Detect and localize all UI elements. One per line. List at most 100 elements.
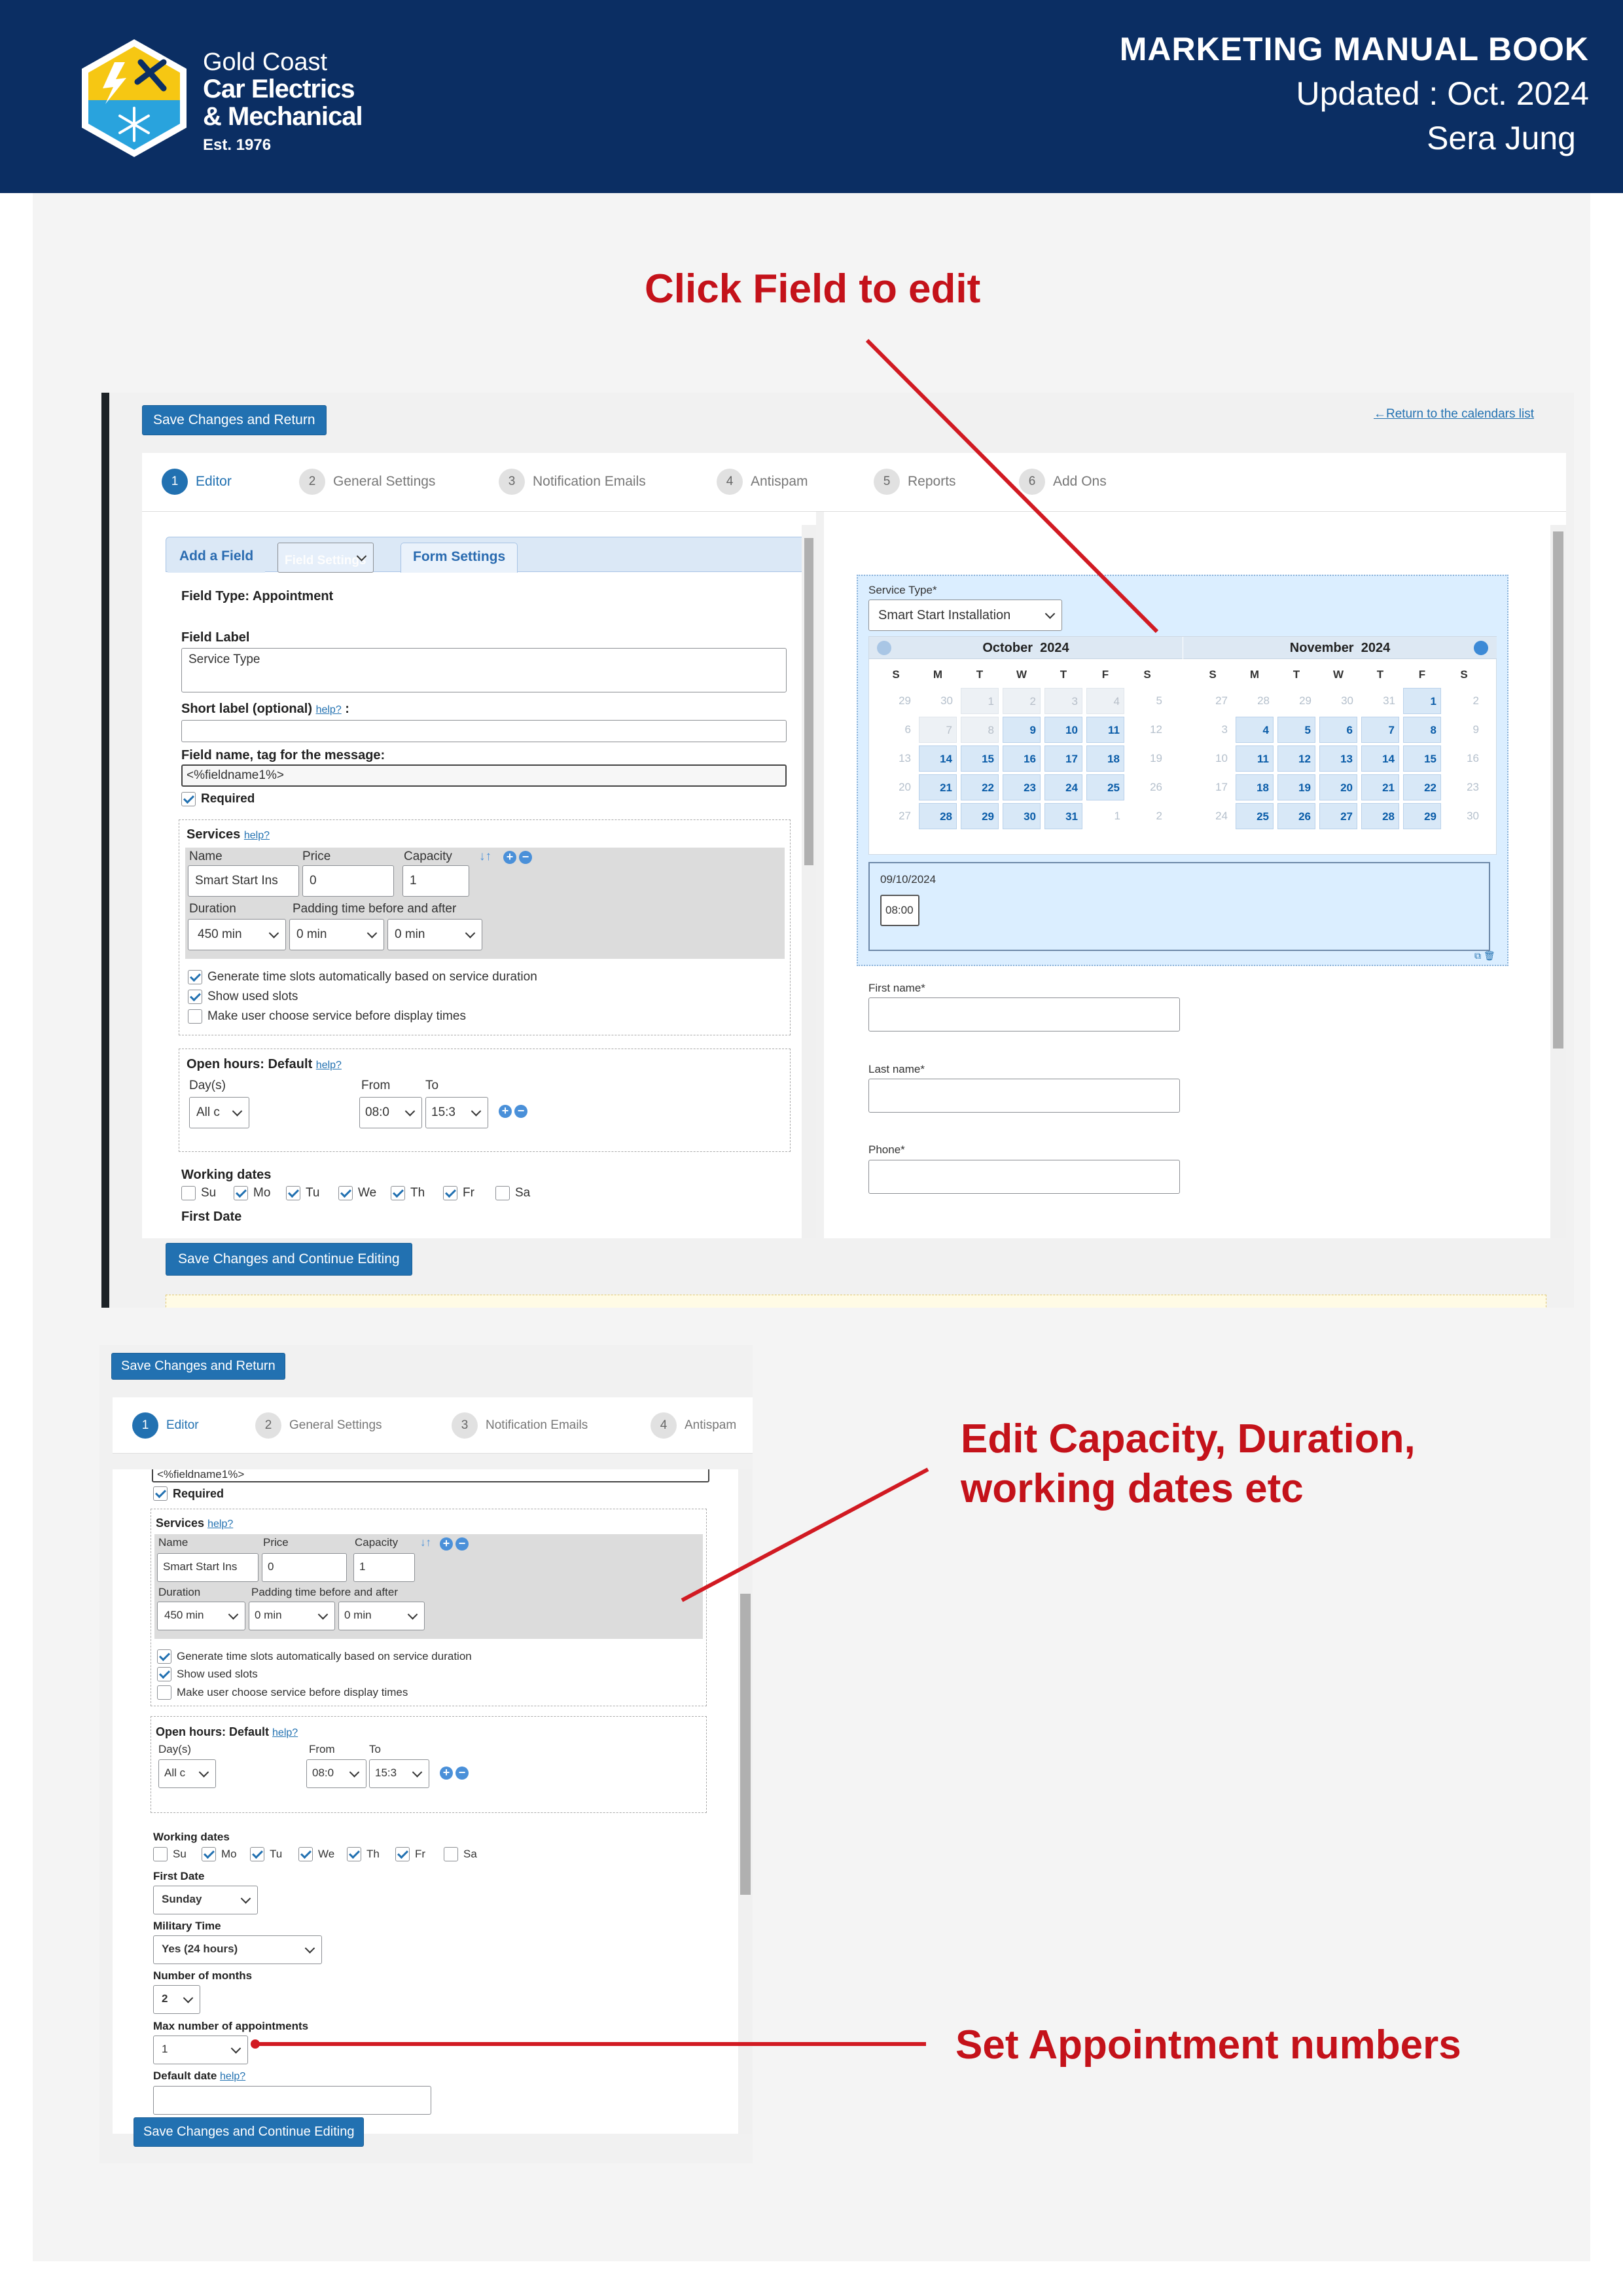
plus-icon[interactable]: + xyxy=(503,851,516,864)
service-price-input[interactable]: 0 xyxy=(302,865,394,897)
save-return-button-2[interactable]: Save Changes and Return xyxy=(111,1353,285,1380)
step-notification-emails-2[interactable]: 3 Notification Emails xyxy=(452,1412,588,1439)
calendar-day[interactable]: 10 xyxy=(1044,717,1082,743)
service-price-input-2[interactable]: 0 xyxy=(262,1553,347,1582)
calendar-day[interactable]: 19 xyxy=(1277,774,1315,800)
service-capacity-input-2[interactable]: 1 xyxy=(353,1553,415,1582)
working-day-sa-checkbox[interactable]: Sa xyxy=(495,1186,530,1200)
return-calendars-link[interactable]: ←Return to the calendars list xyxy=(1374,407,1534,422)
step-editor-2[interactable]: 1 Editor xyxy=(132,1412,199,1439)
prev-month-icon[interactable] xyxy=(877,641,891,655)
working-day-su-checkbox[interactable]: Su xyxy=(153,1847,187,1861)
calendar-day[interactable]: 1 xyxy=(1403,688,1441,714)
padding-before-select[interactable]: 0 min xyxy=(289,919,384,950)
preview-scrollbar[interactable] xyxy=(1550,525,1566,1238)
calendar-day[interactable]: 11 xyxy=(1086,717,1124,743)
step-editor[interactable]: 1 Editor xyxy=(162,469,232,495)
add-remove-service-icons[interactable]: + − xyxy=(503,851,532,864)
calendar-day[interactable]: 6 xyxy=(1319,717,1357,743)
step-reports[interactable]: 5 Reports xyxy=(874,469,956,495)
last-name-input[interactable] xyxy=(868,1079,1180,1113)
step-notification-emails[interactable]: 3 Notification Emails xyxy=(499,469,646,495)
minus-icon[interactable]: − xyxy=(455,1537,469,1551)
from-select[interactable]: 08:0 xyxy=(359,1097,422,1128)
first-date-select[interactable]: Sunday xyxy=(153,1886,258,1914)
calendar-day[interactable]: 20 xyxy=(1319,774,1357,800)
calendar-day[interactable]: 23 xyxy=(1003,774,1041,800)
step-antispam[interactable]: 4 Antispam xyxy=(717,469,808,495)
plus-icon[interactable]: + xyxy=(499,1105,512,1118)
minus-icon[interactable]: − xyxy=(455,1767,469,1780)
make-choose-checkbox[interactable]: Make user choose service before display … xyxy=(188,1009,466,1024)
calendar-day[interactable]: 21 xyxy=(919,774,957,800)
calendar-day[interactable]: 14 xyxy=(919,745,957,772)
copy-delete-icons[interactable]: ⧉ 🗑 xyxy=(1474,950,1507,963)
minus-icon[interactable]: − xyxy=(519,851,532,864)
tab-field-settings[interactable]: Field Settings xyxy=(277,543,374,573)
plus-icon[interactable]: + xyxy=(440,1537,453,1551)
to-select[interactable]: 15:3 xyxy=(425,1097,488,1128)
calendar-day[interactable]: 22 xyxy=(961,774,999,800)
duration-select-2[interactable]: 450 min xyxy=(157,1602,245,1630)
calendar-day[interactable]: 12 xyxy=(1277,745,1315,772)
calendar-day[interactable]: 16 xyxy=(1003,745,1041,772)
working-day-we-checkbox[interactable]: We xyxy=(338,1186,376,1200)
calendar-day[interactable]: 27 xyxy=(1319,803,1357,829)
calendar-day[interactable]: 18 xyxy=(1236,774,1274,800)
field-name-input[interactable]: <%fieldname1%> xyxy=(181,764,787,787)
calendar-day[interactable]: 11 xyxy=(1236,745,1274,772)
working-day-th-checkbox[interactable]: Th xyxy=(347,1847,380,1861)
calendar-day[interactable]: 18 xyxy=(1086,745,1124,772)
tab-add-field[interactable]: Add a Field xyxy=(168,543,266,573)
service-name-input[interactable]: Smart Start Ins xyxy=(188,865,299,897)
settings-scrollbar[interactable] xyxy=(802,525,816,1238)
working-day-mo-checkbox[interactable]: Mo xyxy=(202,1847,237,1861)
days-select-2[interactable]: All c xyxy=(158,1759,216,1788)
required-checkbox-2[interactable]: Required xyxy=(153,1486,224,1501)
calendar-day[interactable]: 28 xyxy=(919,803,957,829)
required-checkbox[interactable]: Required xyxy=(181,792,255,806)
make-choose-checkbox-2[interactable]: Make user choose service before display … xyxy=(157,1685,408,1700)
calendar-day[interactable]: 13 xyxy=(1319,745,1357,772)
minus-icon[interactable]: − xyxy=(514,1105,527,1118)
phone-input[interactable] xyxy=(868,1160,1180,1194)
calendar-day[interactable]: 31 xyxy=(1044,803,1082,829)
step-add-ons[interactable]: 6 Add Ons xyxy=(1019,469,1107,495)
working-day-tu-checkbox[interactable]: Tu xyxy=(250,1847,282,1861)
num-months-select[interactable]: 2 xyxy=(153,1985,200,2014)
add-remove-service-icons-2[interactable]: + − xyxy=(440,1537,469,1551)
days-select[interactable]: All c xyxy=(189,1097,249,1128)
military-time-select[interactable]: Yes (24 hours) xyxy=(153,1935,322,1964)
gen-slots-checkbox-2[interactable]: Generate time slots automatically based … xyxy=(157,1649,472,1664)
step-antispam-2[interactable]: 4 Antispam xyxy=(651,1412,736,1439)
calendar-day[interactable]: 21 xyxy=(1361,774,1399,800)
calendar-day[interactable]: 25 xyxy=(1086,774,1124,800)
service-name-input-2[interactable]: Smart Start Ins xyxy=(157,1553,259,1582)
field-name-input-2[interactable]: <%fieldname1%> xyxy=(152,1469,709,1482)
to-select-2[interactable]: 15:3 xyxy=(369,1759,429,1788)
calendar-day[interactable]: 14 xyxy=(1361,745,1399,772)
sort-arrows-icon-2[interactable]: ↓↑ xyxy=(420,1536,431,1549)
service-capacity-input[interactable]: 1 xyxy=(402,865,469,897)
from-select-2[interactable]: 08:0 xyxy=(306,1759,366,1788)
calendar-day[interactable]: 8 xyxy=(1403,717,1441,743)
show-used-checkbox[interactable]: Show used slots xyxy=(188,990,298,1004)
settings-scrollbar-2[interactable] xyxy=(738,1469,753,2134)
add-remove-hours-icons-2[interactable]: + − xyxy=(440,1767,469,1780)
calendar-day[interactable]: 25 xyxy=(1236,803,1274,829)
working-day-fr-checkbox[interactable]: Fr xyxy=(443,1186,474,1200)
working-day-we-checkbox[interactable]: We xyxy=(298,1847,334,1861)
calendar-day[interactable]: 4 xyxy=(1236,717,1274,743)
calendar-day[interactable]: 29 xyxy=(1403,803,1441,829)
working-day-th-checkbox[interactable]: Th xyxy=(391,1186,425,1200)
gen-slots-checkbox[interactable]: Generate time slots automatically based … xyxy=(188,970,537,984)
calendar-day[interactable]: 30 xyxy=(1003,803,1041,829)
show-used-checkbox-2[interactable]: Show used slots xyxy=(157,1667,258,1681)
step-general-settings-2[interactable]: 2 General Settings xyxy=(255,1412,382,1439)
calendar-day[interactable]: 28 xyxy=(1361,803,1399,829)
padding-before-select-2[interactable]: 0 min xyxy=(249,1602,335,1630)
tab-form-settings[interactable]: Form Settings xyxy=(401,543,518,573)
calendar-day[interactable]: 15 xyxy=(961,745,999,772)
padding-after-select-2[interactable]: 0 min xyxy=(338,1602,425,1630)
calendar-day[interactable]: 5 xyxy=(1277,717,1315,743)
